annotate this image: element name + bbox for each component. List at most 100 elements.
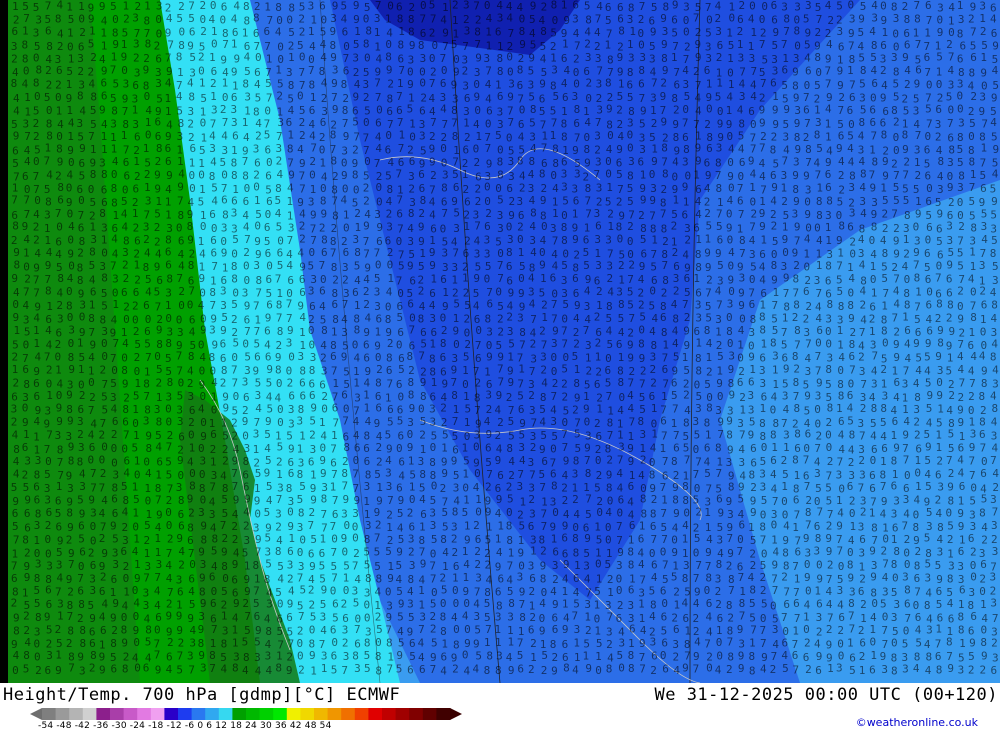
barb-glyph: 7 [891, 311, 898, 324]
barb-glyph: 9 [233, 53, 240, 66]
barb-glyph: 5 [276, 625, 283, 638]
barb-glyph: 2 [803, 313, 810, 326]
barb-glyph: 1 [452, 14, 459, 27]
barb-glyph: 1 [121, 129, 128, 142]
barb-glyph: 0 [199, 390, 206, 403]
barb-glyph: 6 [638, 155, 645, 168]
barb-glyph: 2 [231, 313, 238, 326]
barb-glyph: 2 [418, 285, 425, 298]
barb-glyph: 5 [497, 300, 504, 313]
barb-glyph: 9 [409, 402, 416, 415]
barb-glyph: 0 [331, 636, 338, 649]
barb-glyph: 4 [706, 337, 713, 350]
barb-glyph: 1 [749, 181, 756, 194]
barb-glyph: 1 [605, 39, 612, 52]
barb-glyph: 1 [209, 51, 216, 64]
barb-glyph: 3 [816, 611, 823, 624]
barb-glyph: 6 [319, 547, 326, 560]
barb-glyph: 8 [561, 221, 568, 234]
barb-glyph: 3 [474, 247, 481, 260]
barb-glyph: 7 [155, 300, 162, 313]
barb-glyph: 1 [475, 130, 482, 143]
barb-glyph: 8 [277, 325, 284, 338]
barb-glyph: 7 [275, 273, 282, 286]
barb-glyph: 8 [979, 507, 986, 520]
barb-glyph: 6 [891, 480, 898, 493]
barb-glyph: 2 [22, 469, 29, 482]
barb-glyph: 3 [134, 66, 141, 79]
barb-glyph: 9 [13, 129, 20, 142]
barb-glyph: 2 [154, 221, 161, 234]
barb-glyph: 7 [815, 350, 822, 363]
barb-glyph: 9 [508, 664, 515, 677]
barb-glyph: 3 [628, 52, 635, 65]
barb-glyph: 8 [331, 155, 338, 168]
barb-glyph: 0 [661, 597, 668, 610]
barb-glyph: 6 [79, 546, 86, 559]
barb-glyph: 8 [309, 364, 316, 377]
barb-glyph: 5 [462, 506, 469, 519]
barb-glyph: 2 [683, 389, 690, 402]
barb-glyph: 0 [111, 442, 118, 455]
barb-glyph: 7 [760, 77, 767, 90]
barb-glyph: 0 [869, 234, 876, 247]
barb-glyph: 5 [903, 105, 910, 118]
barb-glyph: 4 [353, 429, 360, 442]
barb-glyph: 8 [299, 364, 306, 377]
barb-glyph: 9 [198, 623, 205, 636]
barb-glyph: 6 [112, 507, 119, 520]
barb-glyph: 1 [705, 233, 712, 246]
barb-glyph: 2 [77, 428, 84, 441]
barb-glyph: 3 [572, 90, 579, 103]
barb-glyph: 1 [825, 234, 832, 247]
barb-glyph: 5 [264, 506, 271, 519]
barb-glyph: 6 [704, 442, 711, 455]
barb-glyph: 8 [297, 468, 304, 481]
barb-glyph: 2 [154, 40, 161, 53]
barb-glyph: 6 [34, 494, 41, 507]
barb-glyph: 5 [957, 143, 964, 156]
barb-glyph: 2 [627, 326, 634, 339]
barb-glyph: 6 [398, 430, 405, 443]
barb-glyph: 0 [957, 196, 964, 209]
barb-glyph: 0 [343, 584, 350, 597]
barb-glyph: 2 [308, 584, 315, 597]
barb-glyph: 7 [859, 326, 866, 339]
barb-glyph: 2 [166, 494, 173, 507]
barb-glyph: 2 [715, 12, 722, 25]
barb-glyph: 3 [23, 313, 30, 326]
barb-glyph: 2 [968, 105, 975, 118]
barb-glyph: 5 [893, 78, 900, 91]
barb-glyph: 7 [310, 234, 317, 247]
barb-glyph: 7 [177, 194, 184, 207]
barb-glyph: 9 [530, 0, 537, 13]
barb-glyph: 2 [99, 532, 106, 545]
barb-glyph: 3 [495, 611, 502, 624]
barb-glyph: 8 [990, 247, 997, 260]
barb-glyph: 2 [585, 364, 592, 377]
barb-glyph: 9 [672, 0, 679, 12]
barb-glyph: 8 [792, 272, 799, 285]
barb-glyph: 6 [231, 194, 238, 207]
barb-glyph: 4 [992, 441, 999, 454]
barb-glyph: 0 [704, 584, 711, 597]
barb-glyph: 4 [341, 194, 348, 207]
barb-glyph: 0 [474, 467, 481, 480]
barb-glyph: 4 [948, 1, 955, 14]
barb-glyph: 0 [761, 441, 768, 454]
barb-glyph: 5 [407, 103, 414, 116]
barb-glyph: 8 [904, 209, 911, 222]
barb-glyph: 3 [517, 571, 524, 584]
barb-glyph: 4 [67, 272, 74, 285]
barb-glyph: 2 [354, 207, 361, 220]
barb-glyph: 8 [913, 521, 920, 534]
barb-glyph: 7 [584, 454, 591, 467]
barb-glyph: 8 [827, 402, 834, 415]
barb-glyph: 3 [46, 649, 53, 662]
barb-glyph: 6 [849, 651, 856, 664]
barb-glyph: 0 [506, 131, 513, 144]
barb-glyph: 2 [33, 117, 40, 130]
barb-glyph: 1 [902, 311, 909, 324]
barb-glyph: 8 [838, 220, 845, 233]
credit-link[interactable]: ©weatheronline.co.uk [856, 716, 978, 729]
